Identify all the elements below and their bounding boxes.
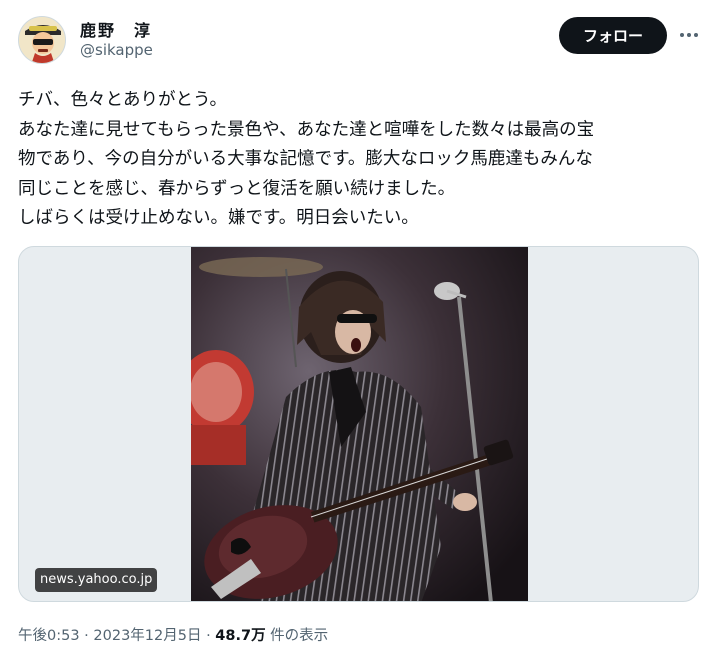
meta-separator: · [79, 628, 94, 644]
media-card[interactable]: news.yahoo.co.jp [18, 246, 699, 602]
post-date[interactable]: 2023年12月5日 [93, 628, 201, 644]
avatar[interactable] [18, 16, 66, 64]
tweet-line: 同じことを感じ、春からずっと復活を願い続けました。 [18, 178, 456, 199]
user-handle[interactable]: @sikappe [80, 41, 153, 59]
tweet-line: あなた達に見せてもらった景色や、あなた達と喧嘩をした数々は最高の宝 [18, 119, 595, 140]
tweet-line: チバ、色々とありがとう。 [18, 90, 227, 110]
tweet-header: 鹿野 淳 @sikappe フォロー [18, 14, 700, 70]
more-icon [680, 33, 698, 37]
tweet-text: チバ、色々とありがとう。 あなた達に見せてもらった景色や、あなた達と喧嘩をした数… [18, 86, 708, 234]
display-name[interactable]: 鹿野 淳 [80, 17, 152, 41]
tweet-meta: 午後0:53 · 2023年12月5日 · 48.7万 件の表示 [18, 624, 328, 645]
avatar-illustration-icon [19, 17, 65, 63]
views-label: 件の表示 [265, 628, 329, 644]
more-options-button[interactable] [677, 23, 701, 47]
concert-photo[interactable] [191, 247, 528, 602]
follow-button[interactable]: フォロー [559, 17, 667, 54]
post-time[interactable]: 午後0:53 [18, 628, 80, 644]
source-badge[interactable]: news.yahoo.co.jp [35, 568, 158, 592]
tweet-line: しばらくは受け止めない。嫌です。明日会いたい。 [18, 208, 419, 228]
meta-separator: · [201, 628, 216, 644]
views-count[interactable]: 48.7万 [215, 628, 265, 644]
tweet-line: 物であり、今の自分がいる大事な記憶です。膨大なロック馬鹿達もみんな [18, 149, 593, 169]
